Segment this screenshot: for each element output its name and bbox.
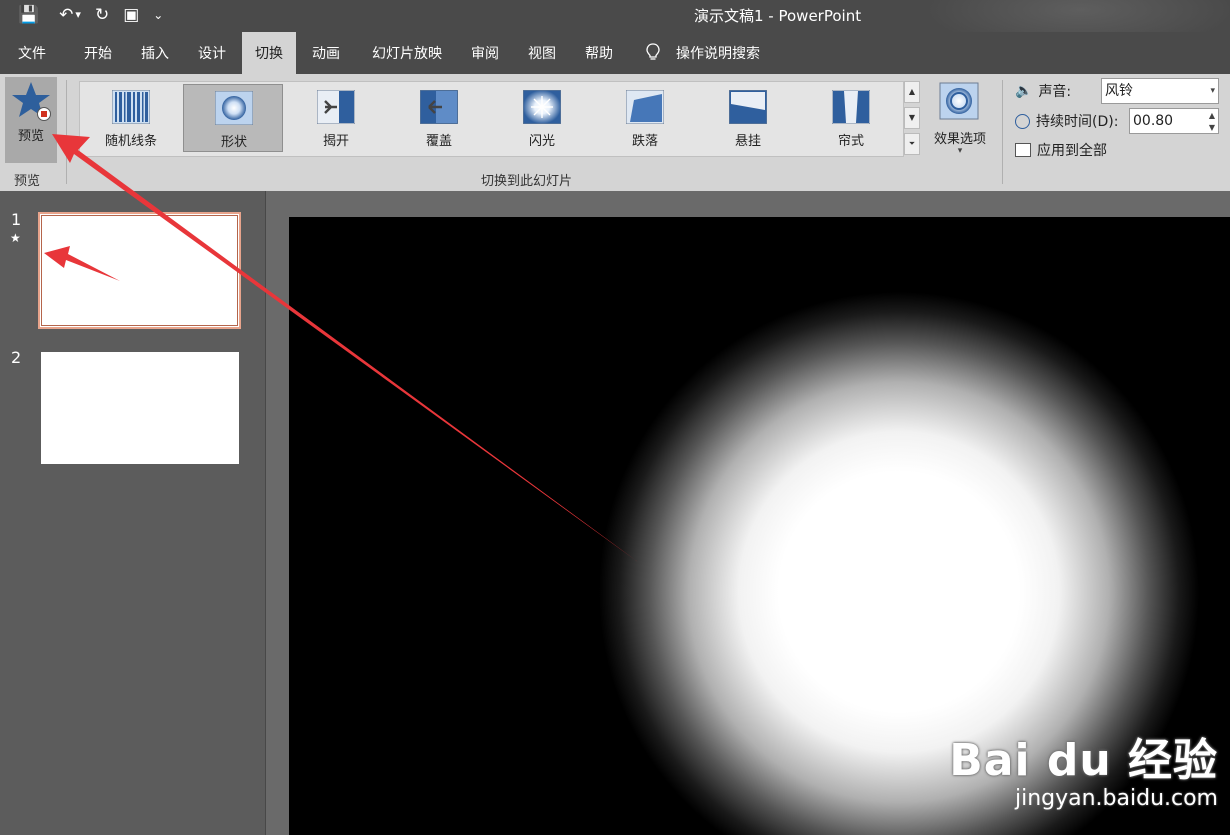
effect-options-button[interactable]: 效果选项 ▾ xyxy=(925,80,995,164)
gallery-scroll-down[interactable]: ▼ xyxy=(904,107,920,129)
transition-label: 跌落 xyxy=(631,134,658,149)
tab-review[interactable]: 审阅 xyxy=(459,32,511,74)
transition-star-icon: ★ xyxy=(10,231,21,245)
apply-all-label: 应用到全部 xyxy=(1037,143,1107,159)
tab-home[interactable]: 开始 xyxy=(72,32,124,74)
tab-file[interactable]: 文件 xyxy=(6,32,58,74)
cover-icon xyxy=(420,90,458,124)
preview-group-label: 预览 xyxy=(14,174,41,189)
slide-thumbnail-2[interactable] xyxy=(41,352,239,464)
random-bars-icon xyxy=(112,90,150,124)
curtains-icon xyxy=(832,90,870,124)
sound-row: 🔈 声音: xyxy=(1015,81,1071,101)
effect-options-label: 效果选项 xyxy=(933,132,986,147)
preview-label: 预览 xyxy=(17,129,44,144)
window-title: 演示文稿1 - PowerPoint xyxy=(694,7,862,25)
lightbulb-icon xyxy=(646,43,660,60)
fall-over-icon xyxy=(626,90,664,124)
transition-label: 形状 xyxy=(220,135,247,150)
transition-label: 随机线条 xyxy=(104,134,157,149)
slide-number: 2 xyxy=(11,348,22,367)
tab-animations[interactable]: 动画 xyxy=(300,32,352,74)
transition-group-label: 切换到此幻灯片 xyxy=(481,174,573,189)
slide-canvas[interactable]: Bai du 经验 jingyan.baidu.com xyxy=(289,217,1230,835)
duration-value: 00.80 xyxy=(1133,113,1174,129)
slide-number: 1 xyxy=(11,210,22,229)
watermark-url: jingyan.baidu.com xyxy=(1014,786,1218,811)
duration-label: 持续时间(D): xyxy=(1036,114,1119,130)
transition-random-bars[interactable]: 随机线条 xyxy=(81,84,181,152)
tab-view[interactable]: 视图 xyxy=(516,32,568,74)
flash-icon xyxy=(523,90,561,124)
shape-icon xyxy=(215,91,253,125)
drape-icon xyxy=(729,90,767,124)
gallery-more-button[interactable]: ⏷ xyxy=(904,133,920,155)
title-bar: 💾 ↶ ▾ ↻ ▣ ⌄ 演示文稿1 - PowerPoint xyxy=(0,0,1230,32)
tell-me-search[interactable]: 操作说明搜索 xyxy=(676,32,776,74)
spin-down-icon[interactable]: ▼ xyxy=(1209,116,1215,140)
slide-thumbnail-1[interactable] xyxy=(38,212,241,329)
watermark-brand: Bai du 经验 xyxy=(949,735,1218,786)
watermark: Bai du 经验 jingyan.baidu.com xyxy=(949,724,1218,811)
ribbon-tabs: 文件 开始 插入 设计 切换 动画 幻灯片放映 审阅 视图 帮助 操作说明搜索 xyxy=(0,32,1230,74)
transition-flash[interactable]: 闪光 xyxy=(492,84,592,152)
transition-label: 帘式 xyxy=(837,134,864,149)
duration-row: 持续时间(D): xyxy=(1015,111,1118,131)
tab-slideshow[interactable]: 幻灯片放映 xyxy=(362,32,452,74)
transition-uncover[interactable]: 揭开 xyxy=(286,84,386,152)
transition-drape[interactable]: 悬挂 xyxy=(698,84,798,152)
group-separator xyxy=(1002,80,1003,184)
transition-cover[interactable]: 覆盖 xyxy=(389,84,489,152)
speaker-icon: 🔈 xyxy=(1015,83,1033,99)
chevron-down-icon: ▾ xyxy=(1210,86,1215,96)
transition-label: 闪光 xyxy=(528,134,555,149)
transition-curtains[interactable]: 帘式 xyxy=(801,84,901,152)
star-preview-icon xyxy=(12,82,51,121)
apply-all-icon xyxy=(1015,143,1031,157)
transition-shape[interactable]: 形状 xyxy=(183,84,283,152)
uncover-icon xyxy=(317,90,355,124)
undo-icon[interactable]: ↶ xyxy=(59,4,73,26)
redo-icon[interactable]: ↻ xyxy=(95,4,109,26)
tab-insert[interactable]: 插入 xyxy=(129,32,181,74)
tab-help[interactable]: 帮助 xyxy=(573,32,625,74)
chevron-down-icon: ▾ xyxy=(957,146,963,156)
apply-to-all-button[interactable]: 应用到全部 xyxy=(1015,140,1107,160)
transition-gallery: 随机线条 形状 揭开 覆盖 闪光 跌落 悬挂 帘式 xyxy=(79,81,904,157)
sound-value: 风铃 xyxy=(1105,83,1133,99)
slide-thumbnails-pane: 1 ★ 2 xyxy=(0,191,265,835)
save-icon[interactable]: 💾 xyxy=(18,4,39,26)
clock-icon xyxy=(1015,113,1030,129)
sound-label: 声音: xyxy=(1038,84,1072,100)
tab-transitions[interactable]: 切换 xyxy=(242,32,296,74)
group-separator xyxy=(66,80,67,184)
quick-access-toolbar: 💾 ↶ ▾ ↻ ▣ ⌄ xyxy=(18,4,163,26)
sound-dropdown[interactable]: 风铃 ▾ xyxy=(1101,78,1219,104)
undo-dropdown-icon[interactable]: ▾ xyxy=(75,4,81,26)
transition-label: 悬挂 xyxy=(734,134,761,149)
gallery-scroll-up[interactable]: ▲ xyxy=(904,81,920,103)
duration-spinner[interactable]: 00.80 ▲ ▼ xyxy=(1129,108,1219,134)
customize-qat-icon[interactable]: ⌄ xyxy=(153,4,163,26)
start-from-beginning-icon[interactable]: ▣ xyxy=(123,4,139,26)
transition-fall-over[interactable]: 跌落 xyxy=(595,84,695,152)
ribbon-panel: 预览 预览 随机线条 形状 揭开 覆盖 闪光 跌落 悬挂 帘式 ▲ ▼ ⏷ 效果… xyxy=(0,74,1230,191)
transition-label: 揭开 xyxy=(322,134,349,149)
preview-button[interactable]: 预览 xyxy=(5,77,57,163)
transition-label: 覆盖 xyxy=(425,134,452,149)
tab-design[interactable]: 设计 xyxy=(186,32,238,74)
effect-options-icon xyxy=(939,82,979,120)
